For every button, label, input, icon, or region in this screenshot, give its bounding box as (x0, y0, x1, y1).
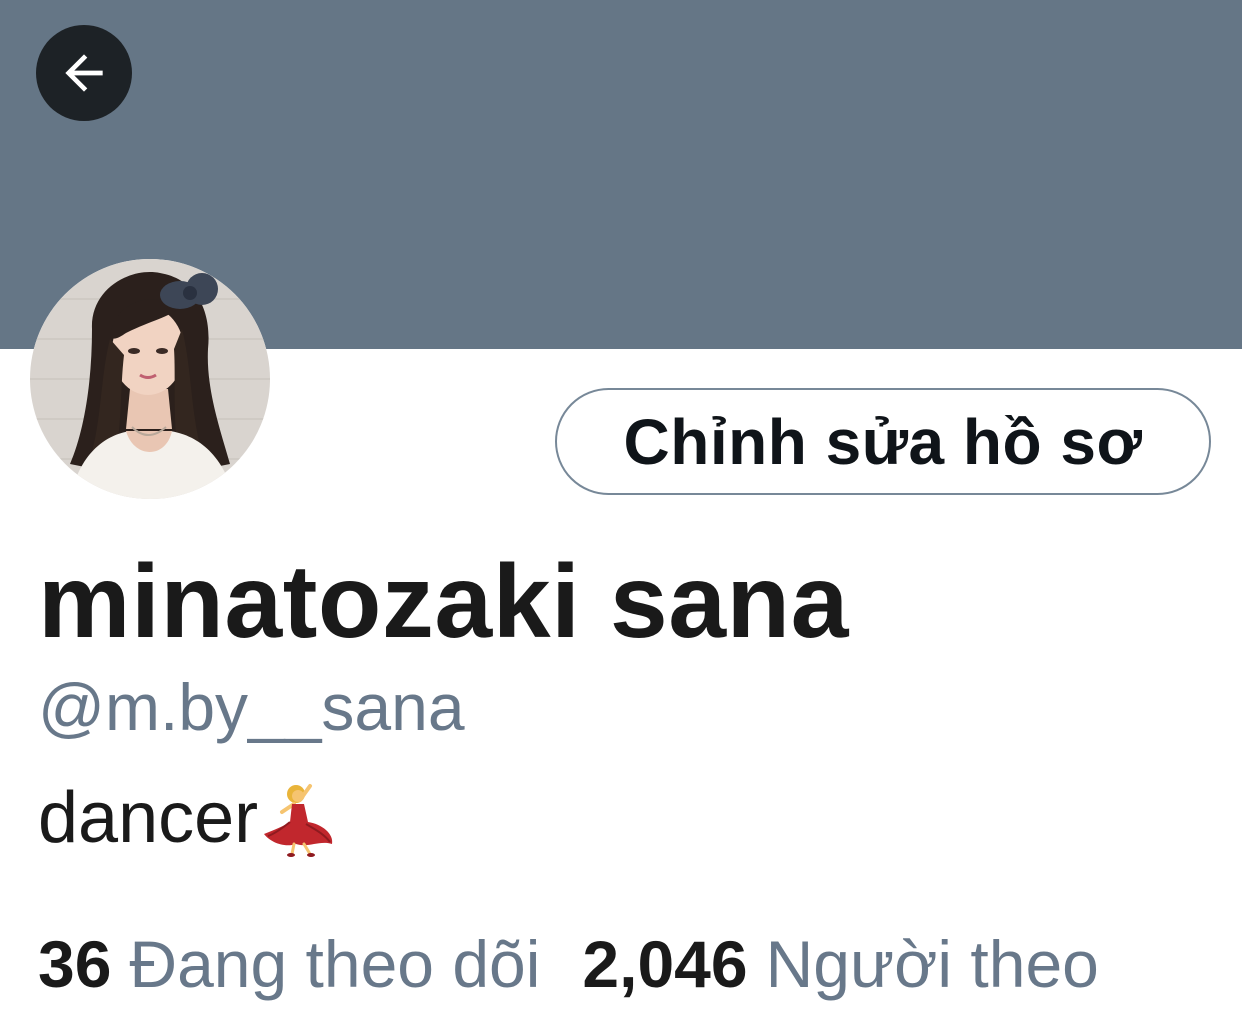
profile-photo (30, 259, 270, 499)
arrow-left-icon (65, 54, 103, 92)
display-name: minatozaki sana (38, 544, 849, 660)
following-label: Đang theo dõi (129, 927, 541, 1001)
edit-profile-button[interactable]: Chỉnh sửa hồ sơ (555, 388, 1211, 495)
following-link[interactable]: 36 Đang theo dõi (38, 924, 540, 1004)
following-count: 36 (38, 927, 112, 1001)
followers-label: Người theo (765, 927, 1099, 1001)
dancer-emoji-icon (264, 784, 333, 857)
bio-text: dancer (38, 778, 259, 858)
edit-profile-label: Chỉnh sửa hồ sơ (623, 405, 1143, 478)
bio: dancer (38, 776, 340, 860)
avatar[interactable] (30, 259, 270, 499)
profile-stats: 36 Đang theo dõi 2,046 Người theo (38, 924, 1099, 1004)
followers-link[interactable]: 2,046 Người theo (582, 924, 1098, 1004)
back-button[interactable] (36, 25, 132, 121)
username-handle: @m.by__sana (38, 670, 465, 744)
followers-count: 2,046 (582, 927, 748, 1001)
